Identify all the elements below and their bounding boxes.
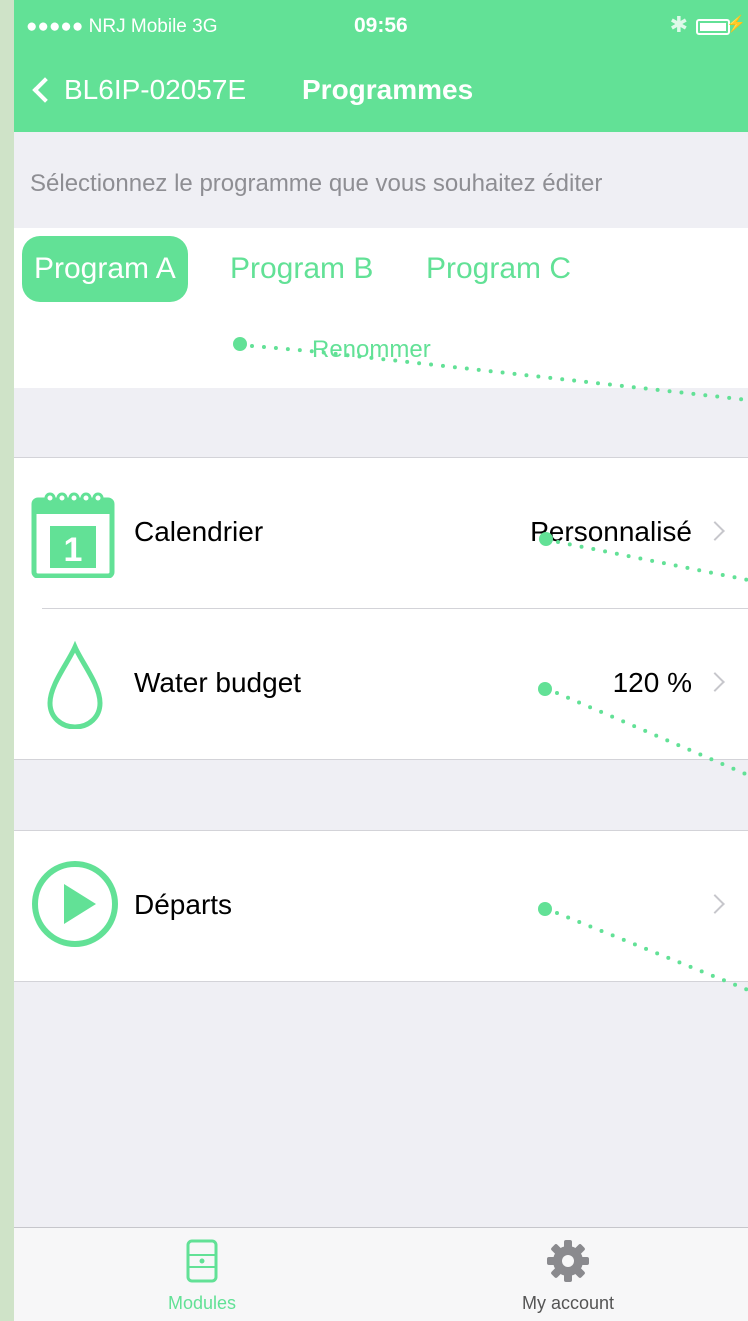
chevron-right-icon (705, 894, 725, 914)
program-selector: Program A Program B Program C Renommer (14, 228, 748, 388)
navigation-bar: BL6IP-02057E Programmes (14, 70, 748, 114)
bluetooth-icon: ✱ (669, 12, 688, 37)
water-drop-icon (47, 640, 103, 729)
app-screen: ●●●●● NRJ Mobile 3G 09:56 ✱ ⚡ BL6IP-0205… (14, 0, 748, 1321)
tab-program-a[interactable]: Program A (22, 236, 188, 302)
chevron-right-icon (705, 521, 725, 541)
module-icon (186, 1239, 218, 1283)
tab-modules-label: Modules (167, 1293, 237, 1313)
settings-group: 1 Calendrier Personnalisé Water budget 1… (14, 457, 748, 760)
play-icon (32, 861, 118, 947)
departures-group: Départs (14, 830, 748, 982)
tab-modules[interactable]: Modules (102, 1238, 302, 1314)
tab-my-account-label: My account (521, 1293, 615, 1313)
instruction-text: Sélectionnez le programme que vous souha… (30, 170, 603, 197)
calendar-label: Calendrier (134, 516, 264, 547)
water-budget-label: Water budget (134, 667, 302, 698)
tab-my-account[interactable]: My account (468, 1238, 668, 1314)
chevron-left-icon (32, 77, 58, 103)
back-button-label: BL6IP-02057E (64, 74, 247, 105)
calendar-icon: 1 (31, 492, 115, 578)
tab-program-c[interactable]: Program C (414, 236, 583, 302)
calendar-icon-number: 1 (64, 531, 83, 569)
clock: 09:56 (354, 14, 408, 37)
carrier-label: ●●●●● NRJ Mobile 3G (26, 16, 218, 37)
calendar-value: Personnalisé (530, 516, 692, 547)
tab-program-b[interactable]: Program B (218, 236, 385, 302)
water-budget-row[interactable]: Water budget 120 % (14, 609, 748, 759)
chevron-right-icon (705, 672, 725, 692)
back-button[interactable]: BL6IP-02057E (30, 74, 246, 106)
departures-row[interactable]: Départs (14, 831, 748, 981)
departures-label: Départs (134, 889, 233, 920)
status-bar: ●●●●● NRJ Mobile 3G 09:56 ✱ ⚡ (14, 0, 748, 50)
battery-icon (696, 19, 730, 35)
rename-button[interactable]: Renommer (312, 336, 431, 364)
header: ●●●●● NRJ Mobile 3G 09:56 ✱ ⚡ BL6IP-0205… (14, 0, 748, 132)
calendar-row[interactable]: 1 Calendrier Personnalisé (14, 458, 748, 608)
charging-icon: ⚡ (726, 16, 746, 33)
water-budget-value: 120 % (612, 667, 692, 698)
page-title: Programmes (302, 74, 474, 105)
tab-bar: Modules My account (14, 1227, 748, 1321)
gear-icon (547, 1240, 589, 1282)
